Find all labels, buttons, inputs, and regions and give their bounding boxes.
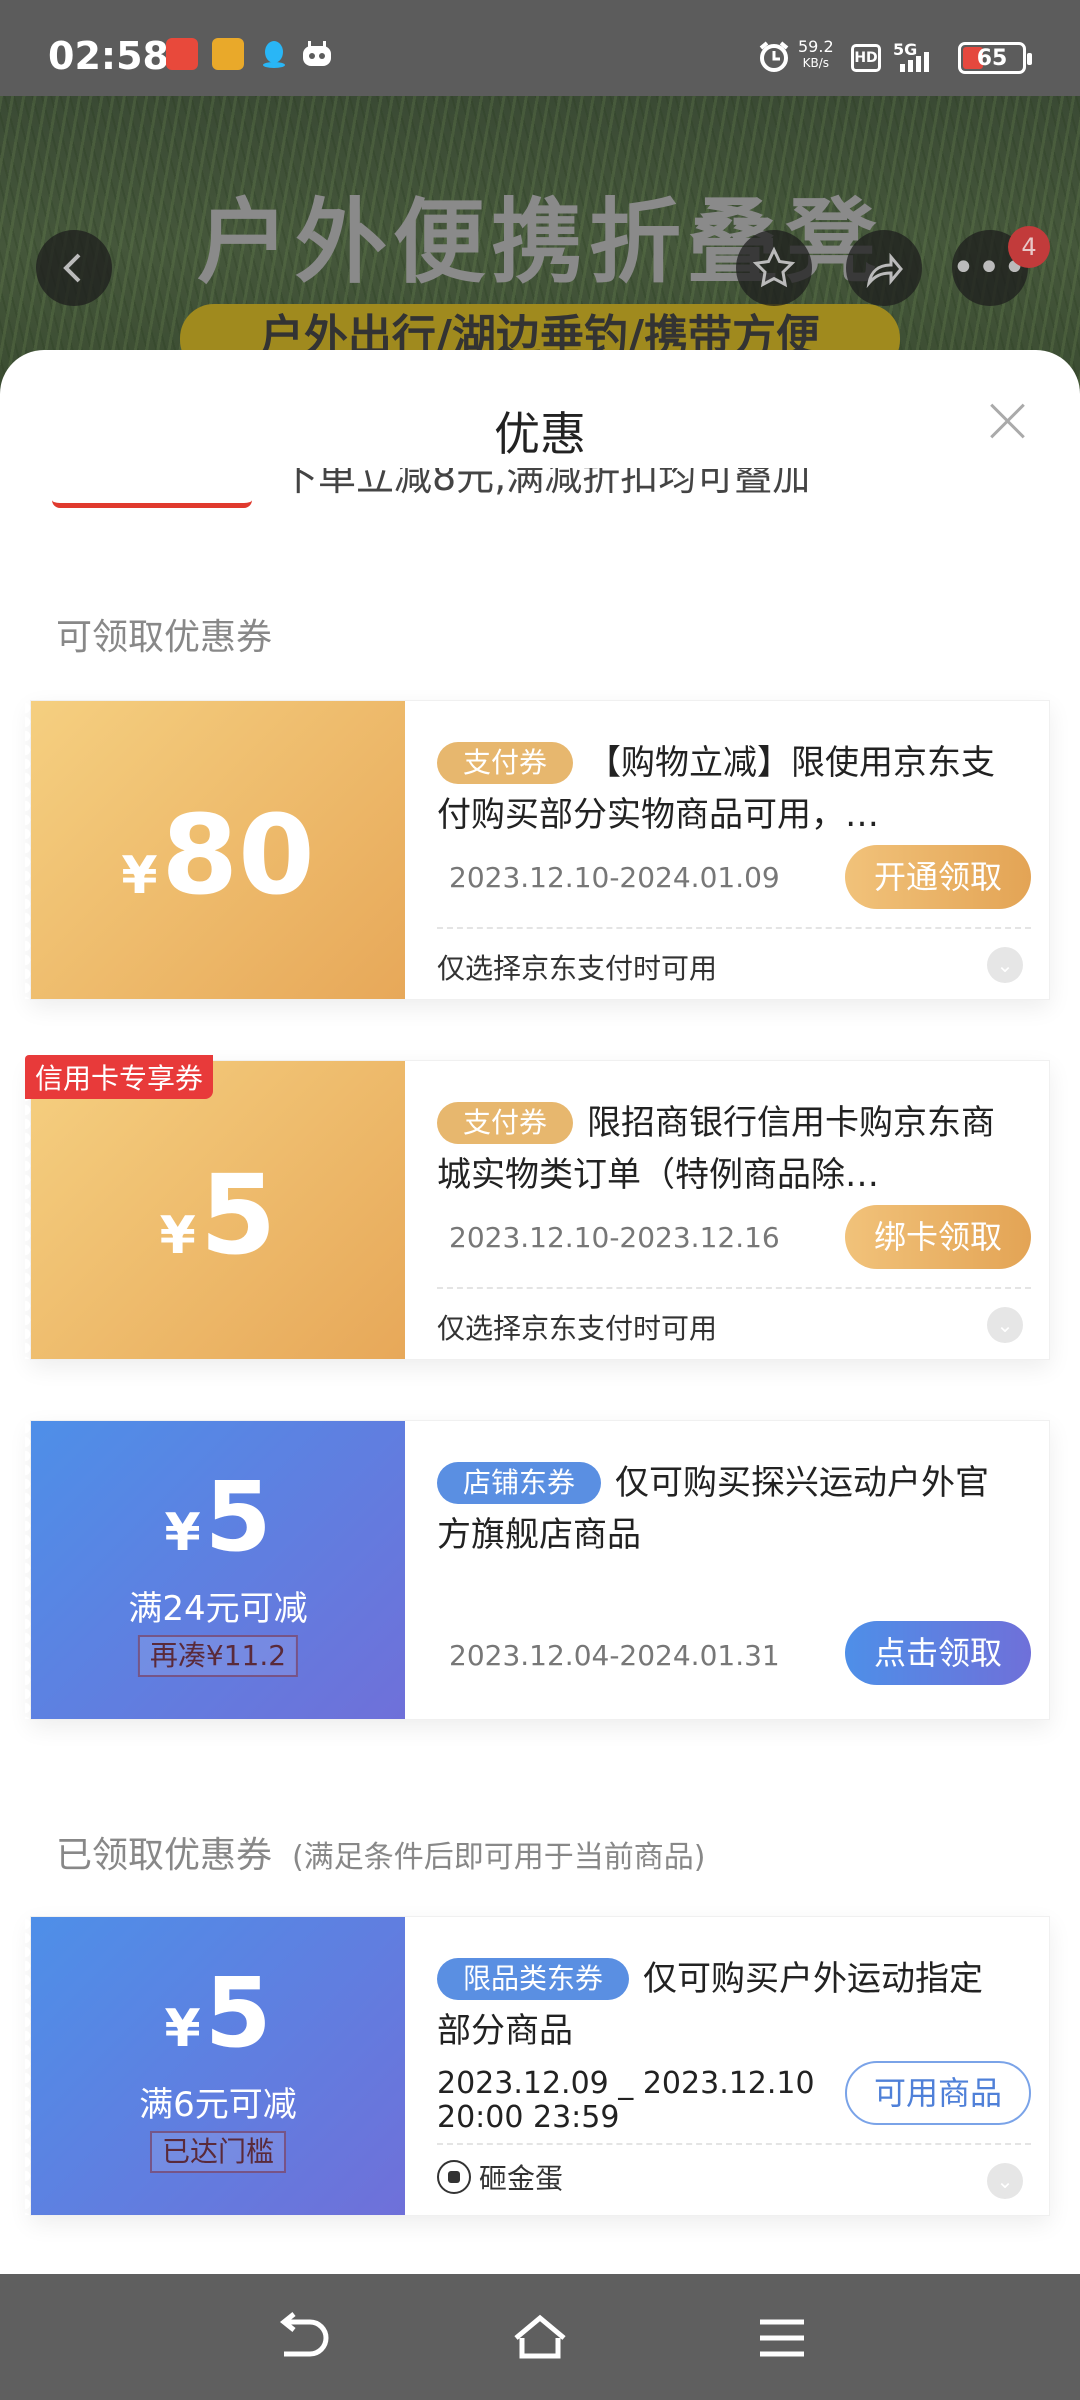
battery-level: 65	[976, 46, 1008, 71]
coupon-description: 支付券 限招商银行信用卡购京东商城实物类订单（特例商品除…	[437, 1097, 997, 1201]
currency-symbol: ¥	[121, 846, 158, 906]
coupon-footer: 仅选择京东支付时可用	[437, 1312, 718, 1345]
credit-card-exclusive-tag: 信用卡专享券	[25, 1055, 214, 1099]
favorite-button[interactable]	[736, 230, 812, 306]
system-navigation-bar	[0, 2274, 1080, 2400]
divider	[437, 927, 1031, 929]
available-coupons-label: 可领取优惠券	[56, 617, 273, 658]
menu-icon[interactable]	[752, 2308, 812, 2368]
share-icon	[866, 252, 903, 289]
amount-value: 5	[204, 1461, 272, 1573]
claimed-coupons-label: 已领取优惠券 (满足条件后即可用于当前商品)	[56, 1826, 705, 1878]
qq-app-icon	[258, 38, 290, 70]
validity-date: 2023.12.04-2024.01.31	[449, 1639, 780, 1672]
back-arrow-icon	[63, 253, 81, 283]
divider	[437, 1287, 1031, 1289]
eligible-products-button[interactable]: 可用商品	[845, 2061, 1031, 2125]
coupon-condition: 满24元可减	[128, 1589, 308, 1629]
coupon-footer: 砸金蛋	[437, 2157, 563, 2197]
coupon-card: ¥80 支付券 【购物立减】限使用京东支付购买部分实物商品可用，… 2023.12…	[25, 700, 1050, 1000]
notification-badge: 4	[1008, 226, 1050, 268]
validity-date-line2: 20:00 23:59	[437, 2100, 620, 2135]
validity-date: 2023.12.10-2024.01.09	[449, 861, 780, 894]
partial-promo-text: 下单立减8元,满减折扣均可叠加	[280, 468, 840, 500]
footer-text: 砸金蛋	[479, 2162, 564, 2195]
coupon-amount: ¥5	[31, 1461, 405, 1573]
chevron-down-icon[interactable]: ⌄	[987, 2163, 1023, 2199]
golden-egg-icon	[437, 2160, 471, 2194]
network-speed-value: 59.2	[798, 37, 834, 56]
coupon-value-panel: ¥5 满6元可减 已达门槛	[25, 1917, 405, 2215]
coupon-info: 支付券 【购物立减】限使用京东支付购买部分实物商品可用，… 2023.12.10-…	[437, 701, 1031, 999]
activate-claim-button[interactable]: 开通领取	[845, 845, 1031, 909]
validity-date-line1: 2023.12.09 _ 2023.12.10	[437, 2066, 815, 2101]
bind-card-claim-button[interactable]: 绑卡领取	[845, 1205, 1031, 1269]
coupon-card: 信用卡专享券 ¥5 支付券 限招商银行信用卡购京东商城实物类订单（特例商品除… 2…	[25, 1055, 1050, 1360]
coupon-amount: ¥5	[31, 1957, 405, 2069]
coupon-description: 店铺东券 仅可购买探兴运动户外官方旗舰店商品	[437, 1457, 997, 1561]
coupon-value-panel: ¥80	[25, 701, 405, 999]
network-type: 5G	[893, 40, 918, 59]
clock: 02:58	[48, 34, 169, 78]
coupon-condition: 满6元可减	[139, 2085, 297, 2125]
amount-value: 5	[199, 1151, 277, 1279]
coupon-value-panel: ¥5	[25, 1061, 405, 1359]
claimed-label-note: (满足条件后即可用于当前商品)	[292, 1840, 706, 1875]
validity-date: 2023.12.10-2023.12.16	[449, 1221, 780, 1254]
coupon-amount: ¥5	[31, 1151, 405, 1279]
amount-value: 80	[161, 791, 315, 919]
coupon-footer: 仅选择京东支付时可用	[437, 952, 718, 985]
robot-app-icon	[300, 38, 332, 70]
coupon-type-tag: 支付券	[437, 742, 574, 784]
back-button[interactable]	[36, 230, 112, 306]
coupon-info: 限品类东券 仅可购买户外运动指定部分商品 2023.12.09 _ 2023.12…	[437, 1917, 1031, 2215]
network-speed: 59.2 KB/s	[798, 38, 834, 72]
close-icon[interactable]	[988, 400, 1028, 440]
coupon-amount: ¥80	[31, 791, 405, 919]
coupon-info: 支付券 限招商银行信用卡购京东商城实物类订单（特例商品除… 2023.12.10-…	[437, 1061, 1031, 1359]
back-icon[interactable]	[270, 2308, 330, 2368]
sheet-title: 优惠	[494, 407, 586, 461]
partial-promo-marker	[52, 490, 252, 508]
threshold-badge: 再凑¥11.2	[137, 1635, 299, 1677]
coupon-value-panel: ¥5 满24元可减 再凑¥11.2	[25, 1421, 405, 1719]
currency-symbol: ¥	[159, 1206, 196, 1266]
coupon-info: 店铺东券 仅可购买探兴运动户外官方旗舰店商品 2023.12.04-2024.01…	[437, 1421, 1031, 1719]
star-icon	[752, 246, 796, 288]
claimed-label-text: 已领取优惠券	[56, 1835, 273, 1876]
currency-symbol: ¥	[164, 1503, 201, 1563]
coupon-card: ¥5 满24元可减 再凑¥11.2 店铺东券 仅可购买探兴运动户外官方旗舰店商品 …	[25, 1420, 1050, 1720]
chevron-down-icon[interactable]: ⌄	[987, 1307, 1023, 1343]
home-icon[interactable]	[510, 2308, 570, 2368]
network-speed-unit: KB/s	[802, 56, 830, 70]
coupon-sheet: 优惠 下单立减8元,满减折扣均可叠加 可领取优惠券 ¥80 支付券 【购物立减】限…	[0, 350, 1080, 2274]
click-claim-button[interactable]: 点击领取	[845, 1621, 1031, 1685]
share-button[interactable]	[846, 230, 922, 306]
coupon-type-tag: 限品类东券	[437, 1958, 630, 2000]
coupon-type-tag: 支付券	[437, 1102, 574, 1144]
coupon-description: 支付券 【购物立减】限使用京东支付购买部分实物商品可用，…	[437, 737, 997, 841]
weibo-app-icon	[166, 38, 198, 70]
alarm-icon	[757, 40, 791, 78]
chevron-down-icon[interactable]: ⌄	[987, 947, 1023, 983]
partial-promo-text-value: 下单立减8元,满减折扣均可叠加	[280, 468, 811, 499]
coupon-description: 限品类东券 仅可购买户外运动指定部分商品	[437, 1953, 997, 2057]
threshold-badge: 已达门槛	[149, 2131, 287, 2173]
battery-icon: 65	[958, 42, 1032, 74]
currency-symbol: ¥	[164, 1999, 201, 2059]
amount-value: 5	[204, 1957, 272, 2069]
coupon-type-tag: 店铺东券	[437, 1462, 602, 1504]
status-bar: 02:58 59.2 KB/s HD 5G 65	[0, 0, 1080, 96]
hd-indicator: HD	[851, 44, 881, 72]
coupon-card: ¥5 满6元可减 已达门槛 限品类东券 仅可购买户外运动指定部分商品 2023.1…	[25, 1916, 1050, 2216]
game-app-icon	[212, 38, 244, 70]
validity-date: 2023.12.09 _ 2023.12.10 20:00 23:59	[437, 2067, 815, 2135]
divider	[437, 2143, 1031, 2145]
